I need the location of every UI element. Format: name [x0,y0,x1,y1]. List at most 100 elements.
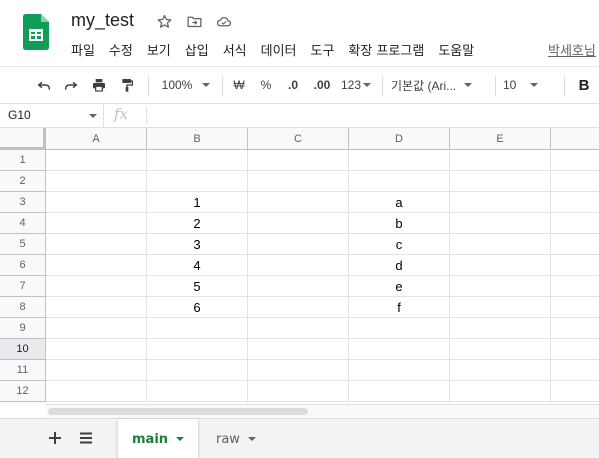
cell-e9[interactable] [450,318,551,339]
cell-d2[interactable] [349,171,450,192]
cloud-saved-icon[interactable] [214,11,234,31]
cell-d3[interactable]: a [349,192,450,213]
cell-e11[interactable] [450,360,551,381]
cell-e2[interactable] [450,171,551,192]
row-header-4[interactable]: 4 [0,213,46,234]
paint-format-icon[interactable] [116,74,138,96]
scrollbar-thumb[interactable] [48,408,308,415]
cell-b4[interactable]: 2 [147,213,248,234]
cell-e1[interactable] [450,150,551,171]
cell-d9[interactable] [349,318,450,339]
cell-d5[interactable]: c [349,234,450,255]
menu-edit[interactable]: 수정 [109,40,133,59]
cell-a3[interactable] [46,192,147,213]
menu-file[interactable]: 파일 [71,40,95,59]
row-header-6[interactable]: 6 [0,255,46,276]
cell-c11[interactable] [248,360,349,381]
add-sheet-icon[interactable] [44,427,66,449]
zoom-select[interactable]: 100% [156,74,216,96]
cell-f7[interactable] [551,276,599,297]
chevron-down-icon[interactable] [176,437,185,441]
cell-b6[interactable]: 4 [147,255,248,276]
cell-f5[interactable] [551,234,599,255]
menu-view[interactable]: 보기 [147,40,171,59]
cell-a11[interactable] [46,360,147,381]
cell-b11[interactable] [147,360,248,381]
cell-f3[interactable] [551,192,599,213]
account-link[interactable]: 박세호님 [548,40,596,59]
cell-c9[interactable] [248,318,349,339]
cell-c5[interactable] [248,234,349,255]
cell-f10[interactable] [551,339,599,360]
cell-a7[interactable] [46,276,147,297]
cell-d4[interactable]: b [349,213,450,234]
column-header-e[interactable]: E [450,128,551,150]
cell-b10[interactable] [147,339,248,360]
cell-a5[interactable] [46,234,147,255]
cell-f6[interactable] [551,255,599,276]
chevron-down-icon[interactable] [247,437,256,441]
menu-data[interactable]: 데이터 [261,40,297,59]
cell-e5[interactable] [450,234,551,255]
horizontal-scrollbar[interactable] [46,404,599,418]
all-sheets-icon[interactable] [75,427,97,449]
undo-icon[interactable] [33,74,55,96]
cell-d7[interactable]: e [349,276,450,297]
star-icon[interactable] [154,11,174,31]
column-header-b[interactable]: B [147,128,248,150]
move-to-folder-icon[interactable] [184,11,204,31]
more-formats-select[interactable]: 123 [339,74,373,96]
cell-b1[interactable] [147,150,248,171]
cell-e8[interactable] [450,297,551,318]
decrease-decimal-button[interactable]: .0 [282,74,304,96]
menu-extensions[interactable]: 확장 프로그램 [348,40,424,59]
menu-tools[interactable]: 도구 [311,40,335,59]
cell-d1[interactable] [349,150,450,171]
formula-input[interactable] [152,106,592,125]
row-header-2[interactable]: 2 [0,171,46,192]
redo-icon[interactable] [60,74,82,96]
row-header-7[interactable]: 7 [0,276,46,297]
cell-b3[interactable]: 1 [147,192,248,213]
increase-decimal-button[interactable]: .00 [310,74,334,96]
cell-e12[interactable] [450,381,551,402]
print-icon[interactable] [88,74,110,96]
currency-format-button[interactable]: ₩ [229,74,249,96]
menu-help[interactable]: 도움말 [438,40,474,59]
cell-e6[interactable] [450,255,551,276]
cell-a8[interactable] [46,297,147,318]
cell-b8[interactable]: 6 [147,297,248,318]
column-header-d[interactable]: D [349,128,450,150]
cell-c2[interactable] [248,171,349,192]
cell-d10[interactable] [349,339,450,360]
cell-a1[interactable] [46,150,147,171]
cell-d11[interactable] [349,360,450,381]
cell-e7[interactable] [450,276,551,297]
cell-c7[interactable] [248,276,349,297]
cell-e4[interactable] [450,213,551,234]
column-header-f[interactable] [551,128,599,150]
column-header-c[interactable]: C [248,128,349,150]
column-header-a[interactable]: A [46,128,147,150]
row-header-10[interactable]: 10 [0,339,46,360]
cell-b5[interactable]: 3 [147,234,248,255]
cell-a9[interactable] [46,318,147,339]
font-size-select[interactable]: 10 [503,74,553,96]
select-all-corner[interactable] [0,128,46,150]
document-title[interactable]: my_test [71,10,134,31]
cell-d12[interactable] [349,381,450,402]
menu-insert[interactable]: 삽입 [185,40,209,59]
cell-c12[interactable] [248,381,349,402]
sheets-logo-icon[interactable] [23,14,49,50]
cell-c4[interactable] [248,213,349,234]
row-header-9[interactable]: 9 [0,318,46,339]
cell-e10[interactable] [450,339,551,360]
cell-b7[interactable]: 5 [147,276,248,297]
bold-button[interactable]: B [574,74,594,96]
row-header-12[interactable]: 12 [0,381,46,402]
sheet-tab-main[interactable]: main [118,419,199,458]
cell-a4[interactable] [46,213,147,234]
cell-c8[interactable] [248,297,349,318]
cell-f8[interactable] [551,297,599,318]
cell-b9[interactable] [147,318,248,339]
